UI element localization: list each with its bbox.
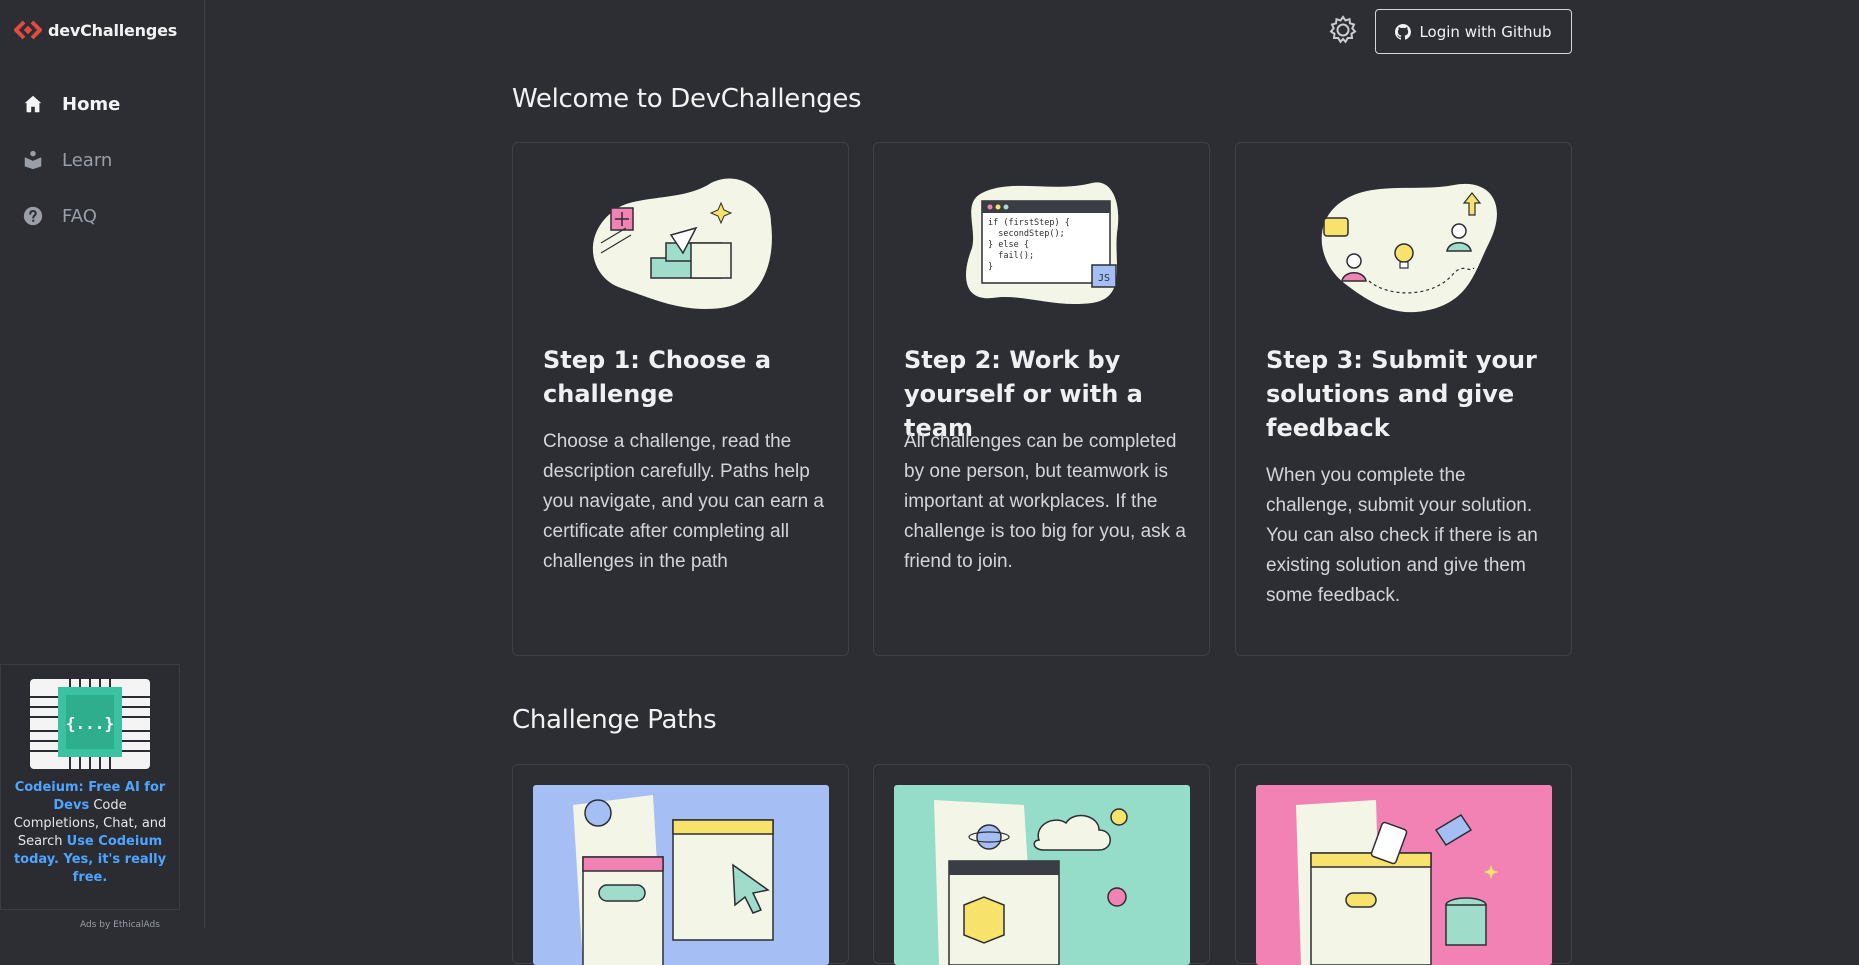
sidebar-nav: Home Learn FAQ — [0, 76, 205, 244]
step-card-2: if (firstStep) { secondStep(); } else { … — [873, 142, 1210, 656]
devchallenges-logo-icon — [14, 20, 42, 40]
ad-footer[interactable]: Ads by EthicalAds — [80, 920, 160, 930]
step-description: Choose a challenge, read the description… — [543, 431, 824, 572]
question-icon — [23, 206, 43, 226]
path-thumbnail[interactable] — [533, 785, 829, 965]
choose-challenge-illustration — [592, 178, 772, 309]
sidebar-item-label: FAQ — [62, 205, 97, 227]
sidebar-item-label: Home — [62, 93, 121, 115]
code-line-1: if (firstStep) { — [988, 218, 1070, 228]
codeium-ad-image[interactable]: {...} — [30, 679, 150, 769]
path-card-1[interactable] — [512, 764, 849, 965]
home-icon — [24, 95, 42, 113]
path-card-3[interactable] — [1235, 764, 1572, 965]
ad-image-badge: {...} — [66, 714, 114, 733]
code-editor-illustration: if (firstStep) { secondStep(); } else { … — [965, 182, 1118, 305]
challenge-paths-title: Challenge Paths — [512, 705, 717, 735]
path-thumbnail[interactable] — [894, 785, 1190, 965]
gear-icon[interactable] — [1328, 15, 1358, 45]
feedback-illustration — [1321, 183, 1497, 313]
login-github-button[interactable]: Login with Github — [1375, 9, 1572, 54]
step-card-1: Step 1: Choose a challenge Choose a chal… — [512, 142, 849, 656]
sidebar-item-home[interactable]: Home — [0, 76, 205, 132]
sidebar-item-label: Learn — [62, 149, 113, 171]
code-line-2: secondStep(); — [988, 229, 1065, 239]
code-line-5: } — [988, 262, 993, 272]
ad-text: Codeium: Free AI for Devs Code Completio… — [11, 779, 169, 887]
step-title: Step 1: Choose a challenge — [543, 346, 772, 408]
code-line-3: } else { — [988, 240, 1029, 250]
sidebar-item-learn[interactable]: Learn — [0, 132, 205, 188]
logo[interactable]: devChallenges — [14, 20, 177, 40]
sponsor-ad[interactable]: {...} Codeium: Free AI for Devs Code Com… — [0, 664, 180, 910]
learn-icon — [24, 150, 42, 170]
github-icon — [1395, 23, 1412, 40]
step-title: Step 3: Submit your solutions and give f… — [1266, 346, 1537, 442]
step-card-3: Step 3: Submit your solutions and give f… — [1235, 142, 1572, 656]
sidebar-item-faq[interactable]: FAQ — [0, 188, 205, 244]
path-card-2[interactable] — [873, 764, 1210, 965]
step-description: When you complete the challenge, submit … — [1266, 465, 1538, 606]
logo-text: devChallenges — [48, 20, 178, 40]
step-description: All challenges can be completed by one p… — [904, 431, 1187, 572]
login-label: Login with Github — [1419, 22, 1552, 41]
code-line-4: fail(); — [988, 251, 1034, 261]
sidebar: devChallenges Home Learn FAQ {...} Codei… — [0, 0, 205, 930]
js-badge: JS — [1097, 273, 1109, 284]
path-thumbnail[interactable] — [1256, 785, 1552, 965]
welcome-title: Welcome to DevChallenges — [512, 84, 862, 114]
